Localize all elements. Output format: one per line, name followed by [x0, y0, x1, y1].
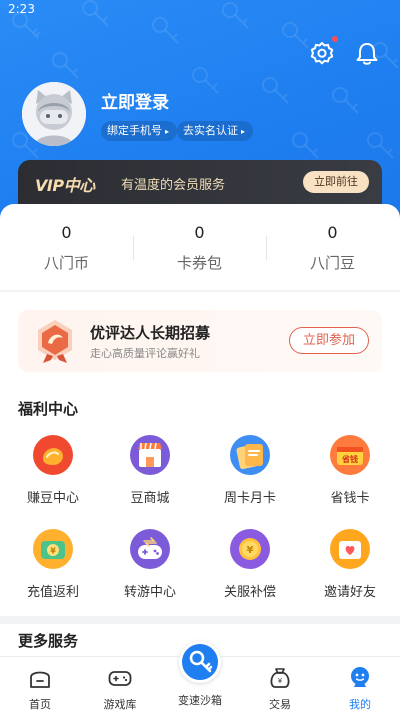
tab-label: 首页 [29, 698, 51, 711]
grid-item-save-money-card[interactable]: 省钱 省钱卡 [305, 435, 395, 506]
grid-item-invite-friends[interactable]: 邀请好友 [305, 529, 395, 600]
status-time: 2:23 [8, 2, 35, 16]
avatar[interactable] [22, 82, 86, 146]
save-money-card-icon: 省钱 [330, 435, 370, 475]
welfare-section-title: 福利中心 [18, 400, 79, 418]
invite-friends-icon [330, 529, 370, 569]
divider [0, 616, 400, 624]
svg-text:¥: ¥ [278, 677, 283, 685]
join-button[interactable]: 立即参加 [289, 327, 369, 354]
stat-value: 0 [327, 223, 338, 242]
verify-identity-label: 去实名认证 [183, 124, 238, 137]
tab-label: 游戏库 [103, 698, 137, 711]
home-icon [30, 671, 50, 688]
earn-beans-icon [33, 435, 73, 475]
grid-item-recharge-rebate[interactable]: ¥ 充值返利 [8, 529, 98, 600]
grid-label: 充值返利 [26, 585, 79, 600]
grid-item-earn-beans[interactable]: 赚豆中心 [8, 435, 98, 506]
stat-label: 八门币 [43, 254, 89, 272]
grid-label: 赚豆中心 [26, 491, 79, 506]
grid-label: 省钱卡 [330, 491, 370, 506]
chevron-right-icon: ▸ [165, 127, 170, 136]
chevron-right-icon: ▸ [241, 127, 246, 136]
more-services-title: 更多服务 [18, 632, 79, 650]
grid-label: 转游中心 [123, 585, 176, 600]
stat-value: 0 [61, 223, 72, 242]
default-avatar-icon [22, 82, 86, 146]
stat-coins[interactable]: 0 八门币 [0, 222, 133, 273]
gamepad-icon [108, 671, 132, 686]
stat-label: 卡券包 [176, 254, 222, 272]
login-link[interactable]: 立即登录 [101, 88, 169, 113]
week-month-card-icon [230, 435, 270, 475]
verify-identity-link[interactable]: 去实名认证 ▸ [177, 121, 254, 141]
wallet-stats: 0 八门币 0 卡券包 0 八门豆 [0, 204, 400, 290]
bean-mall-icon [130, 435, 170, 475]
medal-icon [38, 320, 72, 363]
grid-item-server-close-compensation[interactable]: ¥ 关服补偿 [205, 529, 295, 600]
grid-label: 邀请好友 [323, 585, 376, 600]
tab-label: 我的 [349, 698, 371, 711]
promo-title: 优评达人长期招募 [90, 324, 211, 342]
speed-sandbox-button[interactable] [179, 641, 221, 683]
notification-dot [332, 36, 338, 42]
bell-icon [356, 43, 378, 65]
stat-beans[interactable]: 0 八门豆 [266, 222, 399, 273]
server-close-compensation-icon: ¥ [230, 529, 270, 569]
stat-value: 0 [194, 223, 205, 242]
promo-subtitle: 走心高质量评论赢好礼 [90, 347, 200, 360]
bind-phone-label: 绑定手机号 [107, 124, 162, 137]
vip-go-button[interactable]: 立即前往 [303, 171, 369, 193]
game-transfer-icon [130, 529, 170, 569]
grid-label: 周卡月卡 [223, 491, 276, 506]
grid-item-game-transfer[interactable]: 转游中心 [105, 529, 195, 600]
grid-label: 豆商城 [130, 491, 170, 506]
trade-bag-icon: ¥ [270, 668, 290, 688]
tab-mine[interactable]: 我的 [320, 657, 400, 711]
stat-coupons[interactable]: 0 卡券包 [133, 222, 266, 273]
vip-center-banner[interactable]: VIP中心 有温度的会员服务 立即前往 [18, 160, 382, 204]
gear-icon [310, 42, 334, 65]
svg-text:省钱: 省钱 [341, 454, 358, 464]
grid-item-bean-mall[interactable]: 豆商城 [105, 435, 195, 506]
bind-phone-link[interactable]: 绑定手机号 ▸ [101, 121, 178, 141]
tab-label: 变速沙箱 [178, 694, 222, 707]
reviewer-recruit-banner[interactable]: 优评达人长期招募 走心高质量评论赢好礼 立即参加 [18, 310, 382, 372]
tab-home[interactable]: 首页 [0, 657, 80, 711]
grid-label: 关服补偿 [223, 585, 276, 600]
stat-label: 八门豆 [309, 254, 355, 272]
profile-header: 2:23 立即登录 绑定手机号 ▸ 去实名认证 ▸ VIP中心 有温度的会员服务… [0, 0, 400, 230]
vip-logo: VIP中心 [35, 176, 95, 195]
key-icon [189, 650, 213, 673]
tab-label: 交易 [269, 698, 291, 711]
svg-text:¥: ¥ [247, 545, 254, 556]
tab-trade[interactable]: ¥ 交易 [240, 657, 320, 711]
tab-game-library[interactable]: 游戏库 [80, 657, 160, 711]
profile-icon [351, 667, 369, 687]
main-content: 优评达人长期招募 走心高质量评论赢好礼 立即参加 福利中心 赚豆中心 豆商城 周… [0, 292, 400, 652]
recharge-rebate-icon: ¥ [33, 529, 73, 569]
settings-button[interactable] [308, 40, 336, 68]
notifications-button[interactable] [353, 40, 381, 68]
grid-item-week-month-card[interactable]: 周卡月卡 [205, 435, 295, 506]
svg-text:¥: ¥ [50, 547, 56, 556]
vip-description: 有温度的会员服务 [121, 178, 226, 193]
